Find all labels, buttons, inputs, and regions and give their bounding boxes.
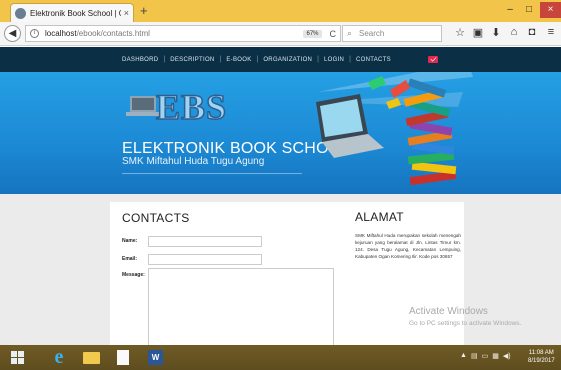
site-navigation: DASHBORD | DESCRIPTION | E-BOOK | ORGANI… (0, 47, 561, 72)
search-icon: ⌕ (347, 28, 353, 38)
menu-icon[interactable]: ≡ (544, 26, 558, 42)
activate-title: Activate Windows (409, 306, 488, 317)
search-input[interactable]: ⌕ Search (342, 25, 442, 42)
network-icon[interactable]: ▤ (471, 352, 478, 360)
address-text: SMK Miftahul Huda merupakan sekolah mene… (355, 233, 461, 259)
activate-windows-watermark: Activate Windows Go to PC settings to ac… (409, 306, 561, 327)
file-explorer-button[interactable] (80, 348, 102, 367)
reload-button[interactable]: C (330, 29, 337, 39)
reader-icon[interactable]: ▣ (471, 26, 485, 42)
nav-contacts[interactable]: CONTACTS (356, 57, 391, 63)
zoom-indicator[interactable]: 67% (303, 29, 322, 38)
bookmark-star-icon[interactable]: ☆ (453, 26, 467, 42)
folder-icon (83, 352, 100, 364)
close-window-button[interactable]: × (540, 2, 561, 18)
volume-icon[interactable]: ◀) (503, 352, 511, 360)
taskbar: e W ▲ ▤ ▭ ▦ ◀) 11:08 AM 8/19/2017 (0, 345, 561, 370)
message-field[interactable] (148, 268, 334, 345)
alamat-heading: ALAMAT (355, 210, 404, 224)
email-label: Email: (122, 256, 138, 262)
minimize-button[interactable]: – (502, 2, 518, 18)
site-logo[interactable]: EBS (126, 84, 228, 134)
nav-ebook[interactable]: E-BOOK (226, 57, 251, 63)
word-button[interactable]: W (144, 348, 166, 367)
name-label: Name: (122, 238, 138, 244)
nav-login[interactable]: LOGIN (324, 57, 344, 63)
nav-dashbord[interactable]: DASHBORD (122, 57, 158, 63)
contacts-heading: CONTACTS (122, 211, 190, 225)
url-path: /ebook/contacts.html (76, 29, 150, 38)
keyboard-icon[interactable]: ▦ (492, 352, 499, 360)
url-host: localhost (45, 29, 77, 38)
nav-description[interactable]: DESCRIPTION (170, 57, 214, 63)
name-field[interactable] (148, 236, 262, 247)
tab-close-button[interactable]: × (124, 8, 129, 18)
browser-tab[interactable]: Elektronik Book School | Co × (10, 3, 134, 22)
browser-toolbar: ◀ i localhost/ebook/contacts.html 67% C … (0, 22, 561, 46)
system-clock[interactable]: 11:08 AM 8/19/2017 (528, 349, 555, 365)
new-tab-button[interactable]: + (140, 3, 148, 19)
title-divider (122, 173, 302, 174)
address-bar[interactable]: i localhost/ebook/contacts.html 67% C (25, 25, 341, 42)
site-favicon-icon (15, 7, 26, 19)
search-placeholder: Search (359, 29, 385, 38)
maximize-button[interactable]: □ (521, 2, 537, 18)
browser-titlebar: Elektronik Book School | Co × + – □ × (0, 0, 561, 22)
internet-explorer-icon[interactable]: e (48, 347, 70, 367)
back-button[interactable]: ◀ (4, 25, 21, 42)
email-field[interactable] (148, 254, 262, 265)
windows-logo-icon (11, 351, 25, 364)
home-icon[interactable]: ⌂ (507, 26, 521, 42)
clock-date: 8/19/2017 (528, 358, 555, 364)
message-label: Message: (122, 272, 145, 278)
site-banner: EBS ELEKTRONIK BOOK SCHOOL SMK Miftahul … (0, 72, 561, 194)
back-arrow-icon: ◀ (8, 28, 17, 39)
activate-subtitle: Go to PC settings to activate Windows. (409, 320, 522, 327)
web-page: DASHBORD | DESCRIPTION | E-BOOK | ORGANI… (0, 47, 561, 345)
laptop-icon (130, 96, 156, 112)
battery-icon[interactable]: ▭ (482, 352, 489, 360)
site-subtitle: SMK Miftahul Huda Tugu Agung (122, 156, 265, 167)
pocket-icon[interactable]: ◘ (525, 26, 539, 42)
books-illustration (316, 72, 473, 186)
mail-icon[interactable] (428, 56, 438, 63)
logo-text: EBS (155, 86, 228, 128)
download-icon[interactable]: ⬇ (489, 26, 503, 42)
tab-title: Elektronik Book School | Co (30, 8, 121, 18)
nav-organization[interactable]: ORGANIZATION (263, 57, 312, 63)
system-tray: ▲ ▤ ▭ ▦ ◀) (460, 352, 511, 360)
document-icon (117, 350, 129, 365)
show-hidden-icons-icon[interactable]: ▲ (460, 352, 467, 360)
start-button[interactable] (8, 348, 30, 367)
url-text[interactable]: localhost/ebook/contacts.html (45, 29, 303, 38)
clock-time: 11:08 AM (528, 350, 554, 356)
info-icon[interactable]: i (30, 29, 39, 38)
document-button[interactable] (112, 348, 134, 367)
word-icon: W (148, 350, 163, 365)
